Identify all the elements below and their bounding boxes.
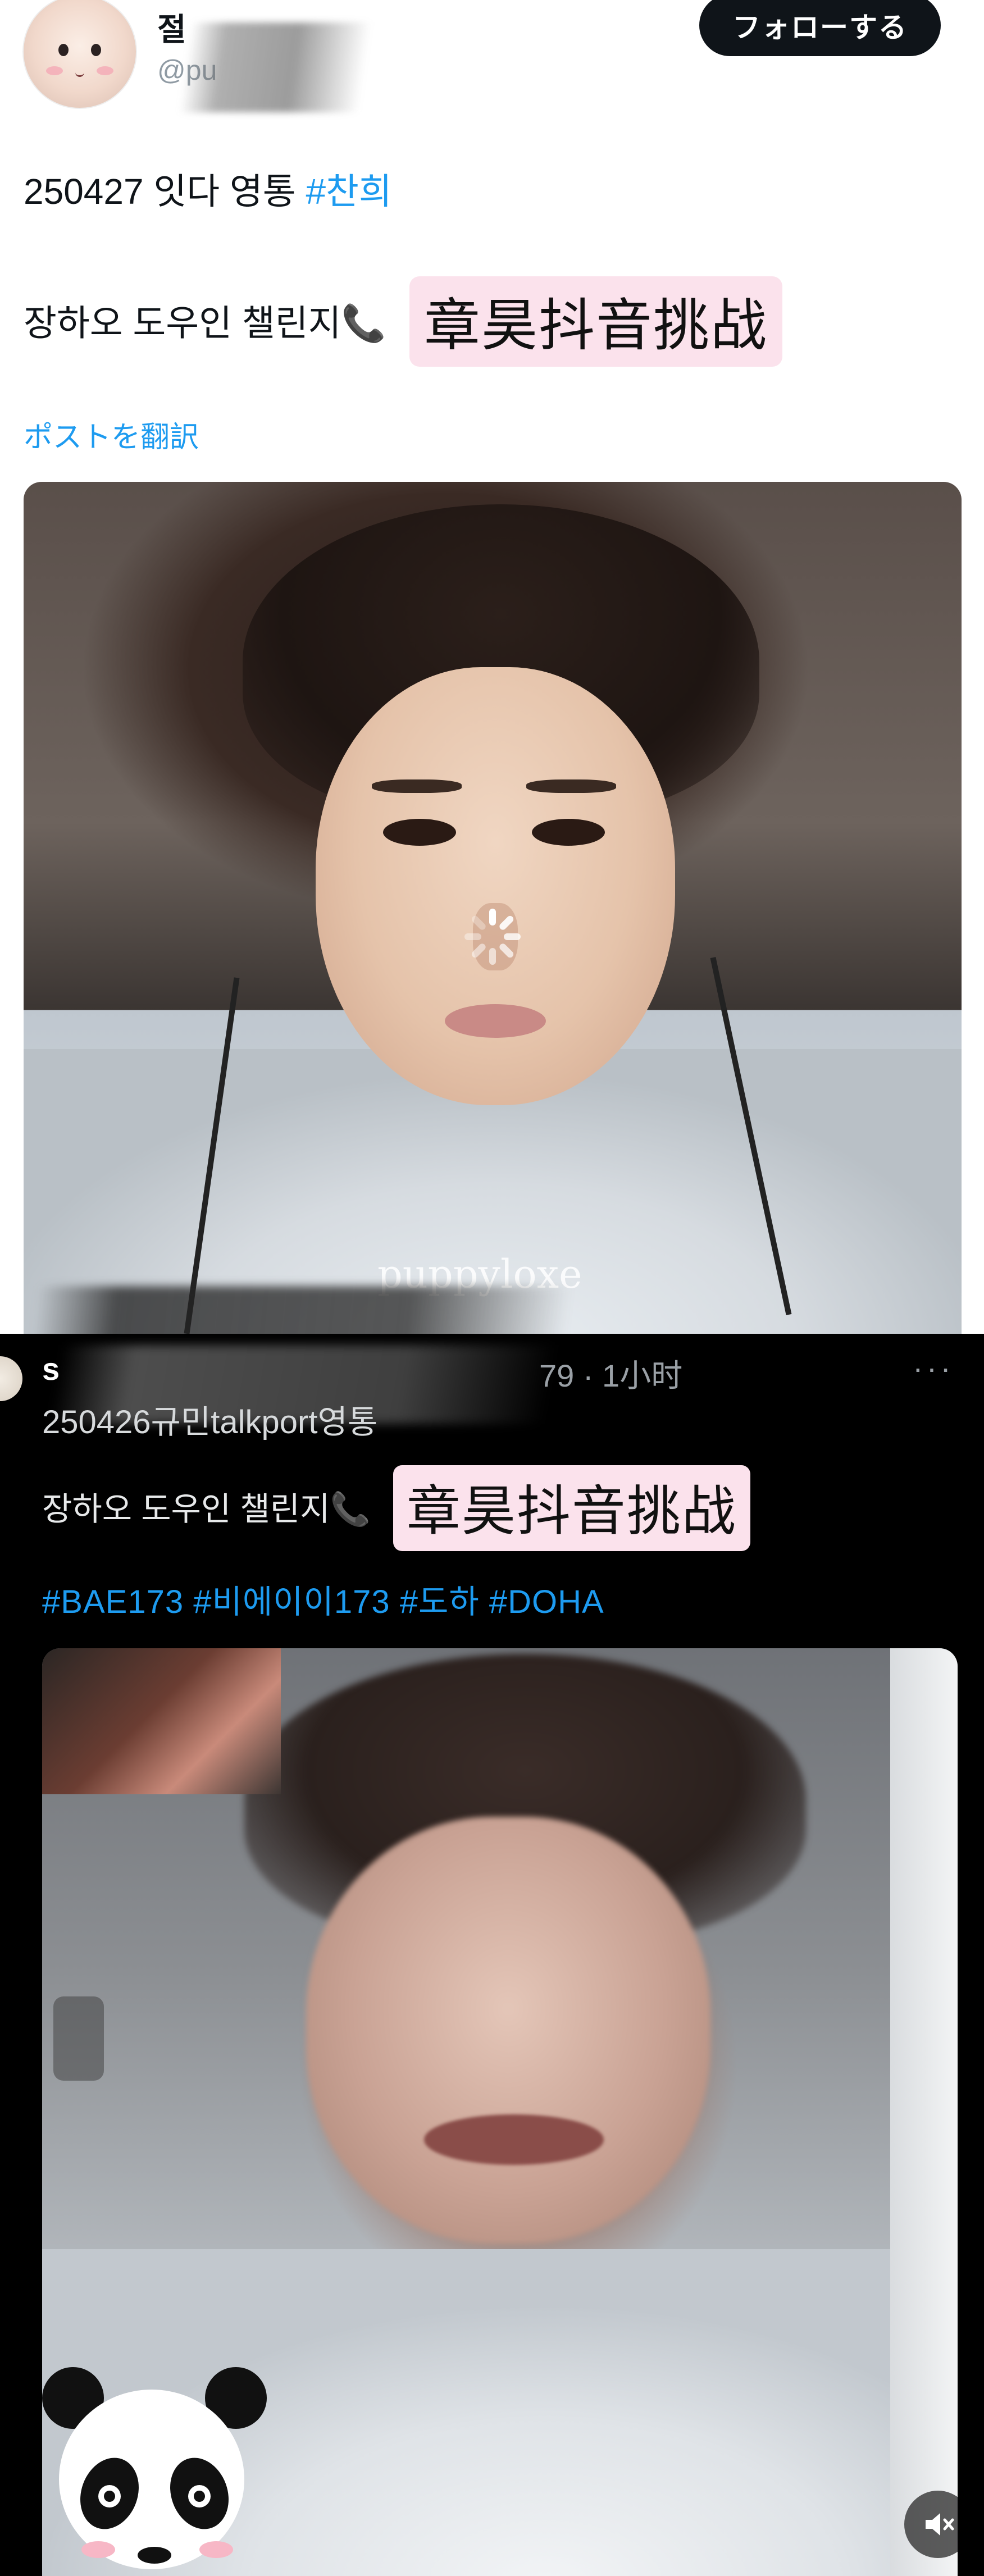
post-text: 250427 잇다 영통 [24, 171, 306, 212]
video-frame-overlay [53, 1996, 104, 2081]
chinese-caption-highlight: 章昊抖音挑战 [409, 276, 782, 367]
post-text: 장하오 도우인 챌린지 [24, 303, 341, 344]
video-player[interactable]: puppyloxe [24, 482, 962, 1334]
hashtag-link[interactable]: #찬희 [306, 171, 391, 212]
translate-post-link[interactable]: ポストを翻訳 [24, 413, 199, 455]
loading-spinner-icon [464, 909, 521, 965]
video-frame-brow [526, 779, 616, 793]
video-frame-edge [890, 1648, 958, 2576]
phone-icon: 📞 [341, 303, 386, 344]
video-frame-lips [445, 1004, 546, 1038]
phone-icon: 📞 [330, 1490, 371, 1528]
video-frame-face [316, 667, 675, 1105]
hashtag-links[interactable]: #BAE173 #비에이이173 #도하 #DOHA [42, 1575, 604, 1622]
user-name[interactable]: 절 [157, 4, 187, 50]
video-frame-eye [383, 819, 456, 846]
video-player[interactable] [42, 1648, 958, 2576]
post-text-line: 장하오 도우인 챌린지📞 章昊抖音挑战 [42, 1465, 750, 1554]
chinese-caption-highlight: 章昊抖音挑战 [393, 1465, 750, 1551]
post-meta: 79 · 1小时 [539, 1358, 683, 1393]
post-text: 장하오 도우인 챌린지 [42, 1490, 330, 1528]
video-frame-brow [372, 779, 462, 793]
avatar-mouth [75, 71, 84, 77]
avatar[interactable] [0, 1356, 22, 1401]
post-top: 절 @pu フォローする 250427 잇다 영통 #찬희 장하오 도우인 챌린… [0, 0, 984, 1334]
video-pip-thumbnail [42, 1648, 281, 1794]
video-frame-face [306, 1817, 710, 2244]
more-icon[interactable]: ··· [913, 1349, 954, 1386]
post-text-line2: 장하오 도우인 챌린지📞 章昊抖音挑战 [24, 276, 782, 371]
avatar-cheek [97, 66, 113, 75]
post-subtitle: 250426규민talkport영통 [42, 1404, 378, 1440]
redaction-blur [179, 22, 372, 112]
post-bottom: s 79 · 1小时 ··· 250426규민talkport영통 장하오 도우… [0, 1334, 984, 2576]
follow-button[interactable]: フォローする [699, 0, 941, 56]
video-frame-mouth [424, 2114, 604, 2165]
avatar-cheek [46, 66, 63, 75]
post-text-line1: 250427 잇다 영통 #찬희 [24, 163, 392, 215]
mute-icon [926, 2513, 954, 2536]
avatar-eye [58, 44, 69, 56]
avatar-eye [91, 44, 101, 56]
panda-sticker-icon [42, 2345, 267, 2576]
avatar[interactable] [22, 0, 137, 109]
video-frame-eye [532, 819, 605, 846]
